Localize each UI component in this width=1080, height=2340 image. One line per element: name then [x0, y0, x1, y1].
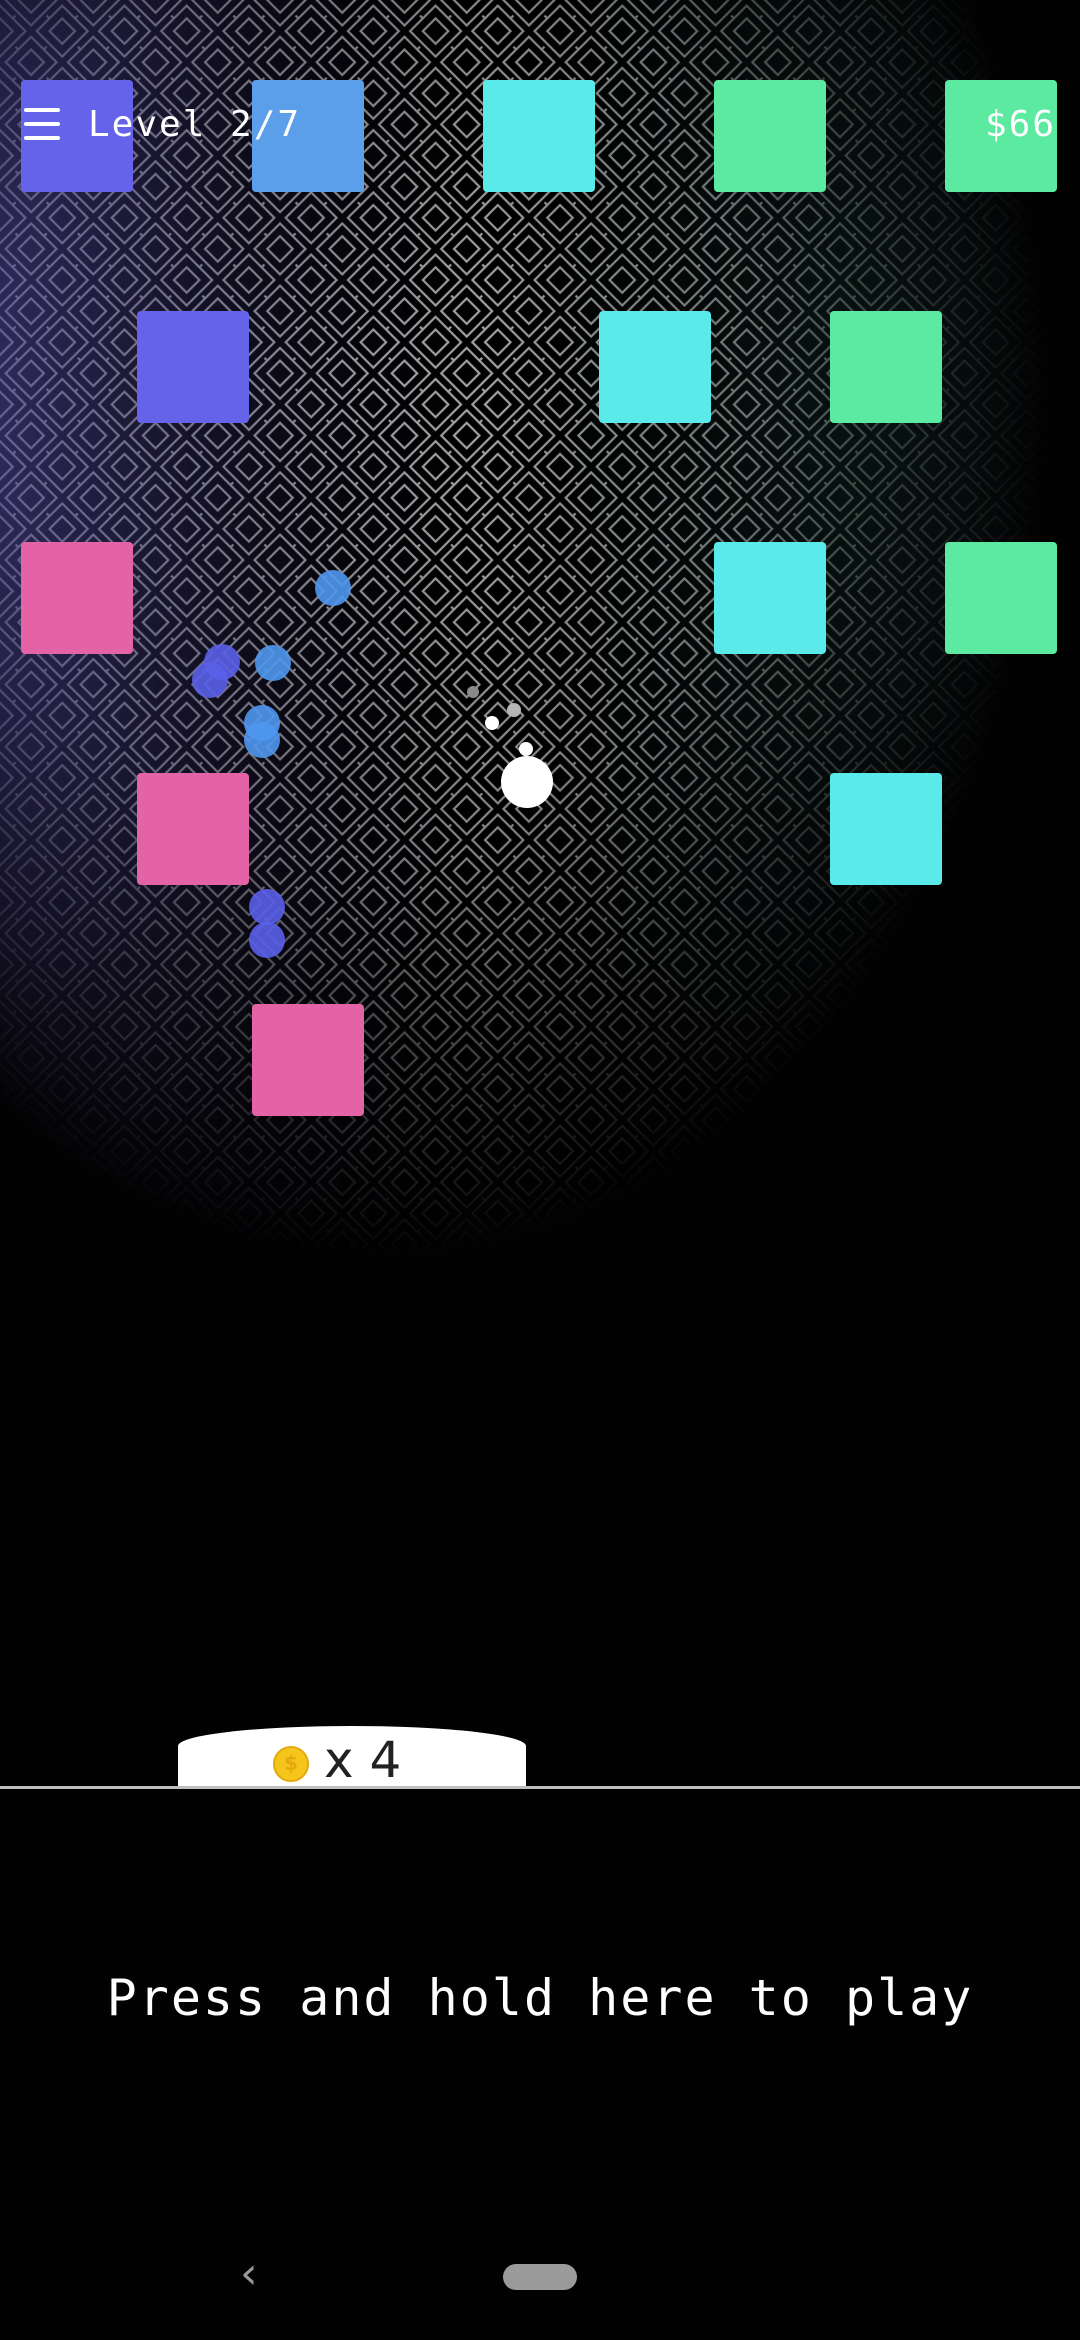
ball-launcher: $ x 4 — [178, 1726, 526, 1788]
money-counter: $66 — [984, 104, 1056, 145]
back-chevron-icon[interactable]: ‹ — [240, 2252, 280, 2296]
hamburger-menu-icon[interactable] — [24, 108, 60, 142]
ball-blue — [244, 722, 280, 758]
hud-bar: Level 2/7 $66 — [0, 78, 1080, 182]
system-navigation-bar: ‹ — [0, 2220, 1080, 2340]
ball-indigo — [249, 922, 285, 958]
balls-layer — [192, 570, 553, 958]
coin-icon: $ — [273, 1746, 309, 1782]
ball-indigo — [192, 662, 228, 698]
play-prompt: Press and hold here to play — [106, 1969, 974, 2027]
home-pill-icon[interactable] — [503, 2264, 577, 2290]
aim-dot — [485, 716, 499, 730]
aim-dot — [467, 686, 479, 698]
game-screen: Level 2/7 $66 $ x 4 Press and hold here … — [0, 0, 1080, 2340]
ball-count: x 4 — [324, 1731, 402, 1789]
ball-indigo — [249, 889, 285, 925]
level-indicator: Level 2/7 — [88, 104, 302, 145]
aim-dot — [519, 742, 533, 756]
aim-dot — [507, 703, 521, 717]
ball-blue — [315, 570, 351, 606]
ball-blue — [255, 645, 291, 681]
player-ball — [501, 756, 553, 808]
play-touch-zone[interactable]: Press and hold here to play — [0, 1789, 1080, 2229]
